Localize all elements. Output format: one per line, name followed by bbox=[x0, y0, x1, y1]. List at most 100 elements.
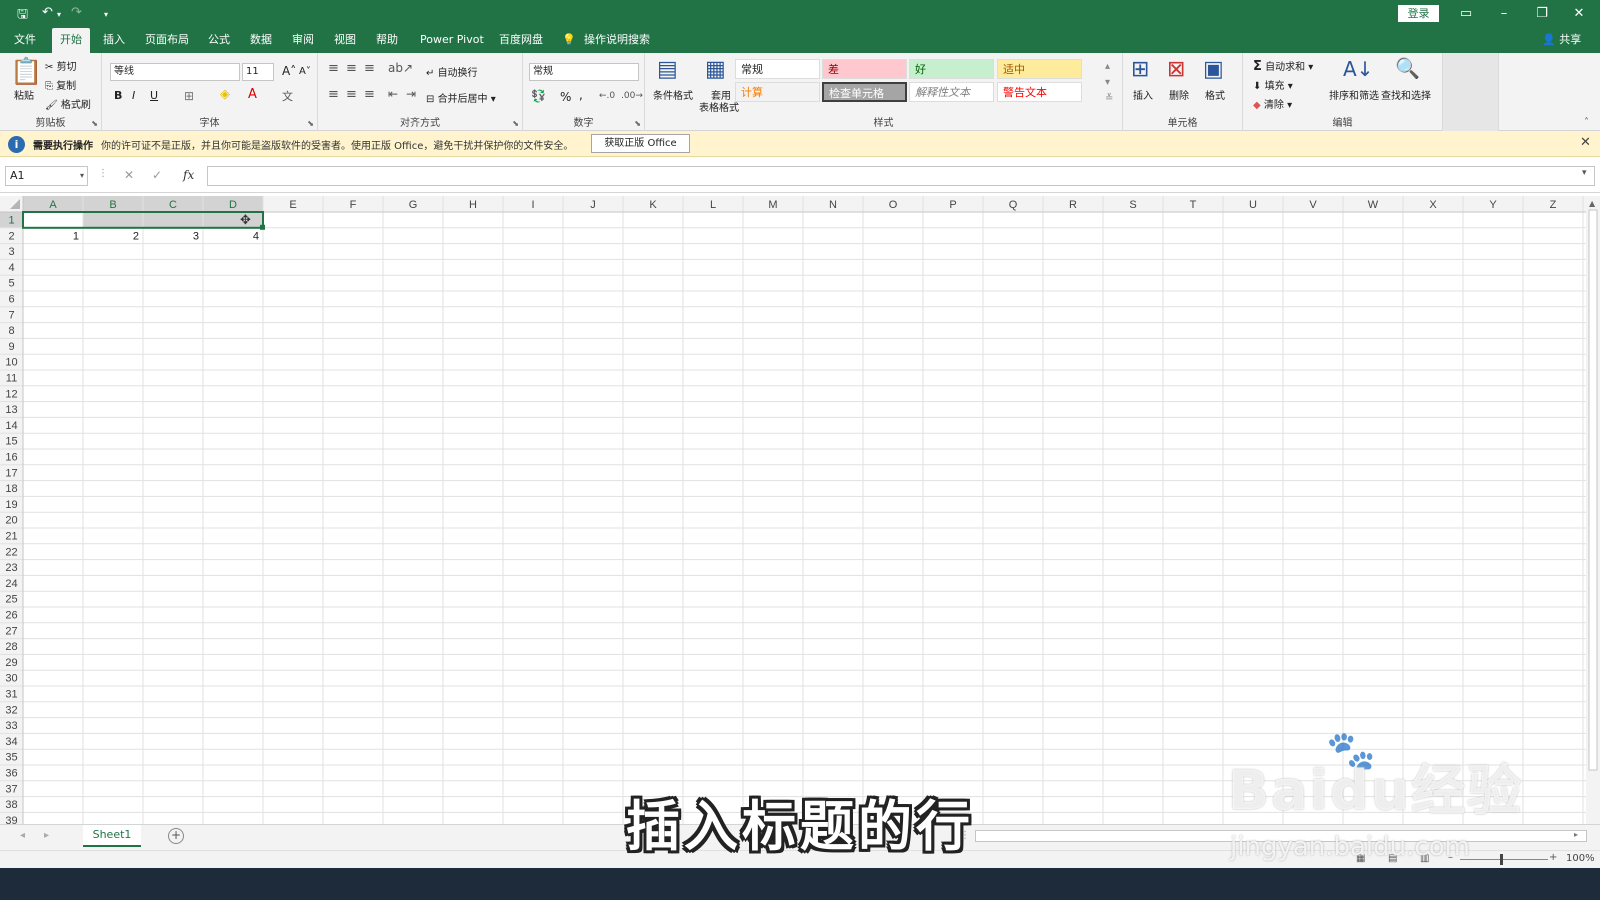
row-header-30[interactable]: 30 bbox=[5, 673, 17, 685]
share-button[interactable]: 👤 共享 bbox=[1542, 28, 1581, 53]
tab-review[interactable]: 审阅 bbox=[292, 28, 314, 53]
column-header-S[interactable]: S bbox=[1129, 199, 1136, 211]
currency-icon[interactable]: 💱 bbox=[531, 89, 546, 103]
column-header-Z[interactable]: Z bbox=[1550, 199, 1557, 211]
insert-cells-button[interactable]: 插入 bbox=[1133, 87, 1153, 102]
delete-cells-button[interactable]: 删除 bbox=[1169, 87, 1189, 102]
cell-style-4[interactable]: 计算 bbox=[735, 82, 820, 102]
row-header-23[interactable]: 23 bbox=[5, 562, 17, 574]
row-header-26[interactable]: 26 bbox=[5, 610, 17, 622]
close-message-icon[interactable]: ✕ bbox=[1580, 135, 1591, 150]
gallery-up-icon[interactable]: ▴ bbox=[1105, 61, 1110, 72]
align-middle-icon[interactable]: ≡ bbox=[346, 61, 357, 76]
row-header-5[interactable]: 5 bbox=[8, 278, 14, 290]
insert-function-icon[interactable]: fx bbox=[183, 168, 194, 182]
row-header-3[interactable]: 3 bbox=[8, 246, 14, 258]
cut-button[interactable]: ✂ 剪切 bbox=[45, 58, 77, 73]
customize-quick-access-icon[interactable]: ▾ bbox=[104, 10, 108, 19]
row-header-4[interactable]: 4 bbox=[8, 262, 14, 274]
comma-button[interactable]: , bbox=[579, 88, 583, 102]
row-header-20[interactable]: 20 bbox=[5, 515, 17, 527]
column-header-Q[interactable]: Q bbox=[1009, 199, 1018, 211]
redo-icon[interactable]: ↷ bbox=[71, 5, 82, 20]
active-cell[interactable] bbox=[23, 212, 83, 228]
collapse-ribbon-icon[interactable]: ˄ bbox=[1584, 117, 1589, 128]
row-header-6[interactable]: 6 bbox=[8, 294, 14, 306]
increase-font-icon[interactable]: A˄ bbox=[282, 64, 296, 78]
row-header-18[interactable]: 18 bbox=[5, 483, 17, 495]
name-box-dropdown-icon[interactable]: ▾ bbox=[80, 167, 84, 185]
column-header-R[interactable]: R bbox=[1069, 199, 1077, 211]
login-button[interactable]: 登录 bbox=[1398, 5, 1439, 22]
phonetic-icon[interactable]: 文 bbox=[282, 88, 293, 104]
conditional-format-button[interactable]: 条件格式 bbox=[653, 87, 693, 102]
row-header-12[interactable]: 12 bbox=[5, 388, 17, 400]
row-header-29[interactable]: 29 bbox=[5, 657, 17, 669]
fill-handle[interactable] bbox=[260, 224, 265, 230]
cell-style-6[interactable]: 解释性文本 bbox=[909, 82, 994, 102]
column-header-X[interactable]: X bbox=[1429, 199, 1437, 211]
row-header-8[interactable]: 8 bbox=[8, 325, 14, 337]
column-header-J[interactable]: J bbox=[590, 199, 596, 211]
vertical-scroll-thumb[interactable] bbox=[1588, 209, 1598, 771]
decrease-font-icon[interactable]: A˅ bbox=[299, 66, 311, 77]
clear-button[interactable]: ◆ 清除 ▾ bbox=[1253, 96, 1292, 111]
dialog-launcher-icon[interactable]: ⬊ bbox=[91, 119, 98, 128]
wrap-text-button[interactable]: ↵ 自动换行 bbox=[426, 64, 478, 79]
tab-help[interactable]: 帮助 bbox=[376, 28, 398, 53]
cell-B2[interactable]: 2 bbox=[133, 230, 139, 242]
row-header-2[interactable]: 2 bbox=[8, 230, 14, 242]
tell-me-search[interactable]: 操作说明搜索 bbox=[584, 28, 650, 53]
decrease-decimal-icon[interactable]: .00→ bbox=[621, 91, 643, 101]
row-header-19[interactable]: 19 bbox=[5, 499, 17, 511]
format-cells-icon[interactable]: ▣ bbox=[1203, 57, 1224, 82]
tab-data[interactable]: 数据 bbox=[250, 28, 272, 53]
align-right-icon[interactable]: ≡ bbox=[364, 87, 375, 102]
number-dialog-launcher-icon[interactable]: ⬊ bbox=[634, 119, 641, 128]
italic-button[interactable]: I bbox=[132, 89, 135, 102]
row-header-27[interactable]: 27 bbox=[5, 625, 17, 637]
column-header-T[interactable]: T bbox=[1190, 199, 1197, 211]
column-header-I[interactable]: I bbox=[531, 199, 534, 211]
tab-baidu-netdisk[interactable]: 百度网盘 bbox=[499, 28, 543, 53]
format-as-table-icon[interactable]: ▦ bbox=[705, 57, 726, 82]
row-header-13[interactable]: 13 bbox=[5, 404, 17, 416]
column-header-G[interactable]: G bbox=[409, 199, 418, 211]
row-header-10[interactable]: 10 bbox=[5, 357, 17, 369]
bold-button[interactable]: B bbox=[114, 89, 122, 102]
row-header-28[interactable]: 28 bbox=[5, 641, 17, 653]
enter-icon[interactable]: ✓ bbox=[152, 168, 162, 182]
cell-C2[interactable]: 3 bbox=[193, 230, 199, 242]
find-select-icon[interactable]: 🔍 bbox=[1395, 56, 1420, 80]
fill-color-icon[interactable]: ◈ bbox=[220, 87, 230, 102]
percent-button[interactable]: % bbox=[560, 90, 571, 104]
gallery-down-icon[interactable]: ▾ bbox=[1105, 77, 1110, 88]
font-size-select[interactable]: 11 bbox=[242, 63, 274, 81]
get-genuine-office-button[interactable]: 获取正版 Office bbox=[591, 134, 690, 153]
column-header-P[interactable]: P bbox=[949, 199, 956, 211]
merge-center-button[interactable]: ⊟ 合并后居中 ▾ bbox=[426, 90, 496, 105]
column-header-V[interactable]: V bbox=[1309, 199, 1317, 211]
row-header-16[interactable]: 16 bbox=[5, 452, 17, 464]
align-center-icon[interactable]: ≡ bbox=[346, 87, 357, 102]
delete-cells-icon[interactable]: ⊠ bbox=[1167, 57, 1185, 82]
row-header-14[interactable]: 14 bbox=[5, 420, 17, 432]
fill-button[interactable]: ⬇ 填充 ▾ bbox=[1253, 77, 1293, 92]
row-header-9[interactable]: 9 bbox=[8, 341, 14, 353]
tab-insert[interactable]: 插入 bbox=[103, 28, 125, 53]
format-as-table-line2[interactable]: 表格格式 bbox=[699, 99, 739, 114]
row-header-1[interactable]: 1 bbox=[8, 215, 14, 227]
autosum-button[interactable]: Σ 自动求和 ▾ bbox=[1253, 58, 1313, 74]
column-header-E[interactable]: E bbox=[289, 199, 296, 211]
cell-A2[interactable]: 1 bbox=[73, 230, 79, 242]
find-select-button[interactable]: 查找和选择 bbox=[1381, 87, 1431, 102]
close-icon[interactable]: ✕ bbox=[1569, 4, 1589, 24]
gallery-more-icon[interactable]: ≚ bbox=[1105, 93, 1113, 104]
format-cells-button[interactable]: 格式 bbox=[1205, 87, 1225, 102]
tab-formulas[interactable]: 公式 bbox=[208, 28, 230, 53]
align-left-icon[interactable]: ≡ bbox=[328, 87, 339, 102]
increase-indent-icon[interactable]: ⇥ bbox=[406, 87, 416, 101]
column-header-D[interactable]: D bbox=[229, 199, 237, 211]
column-header-H[interactable]: H bbox=[469, 199, 477, 211]
tab-page-layout[interactable]: 页面布局 bbox=[145, 28, 189, 53]
